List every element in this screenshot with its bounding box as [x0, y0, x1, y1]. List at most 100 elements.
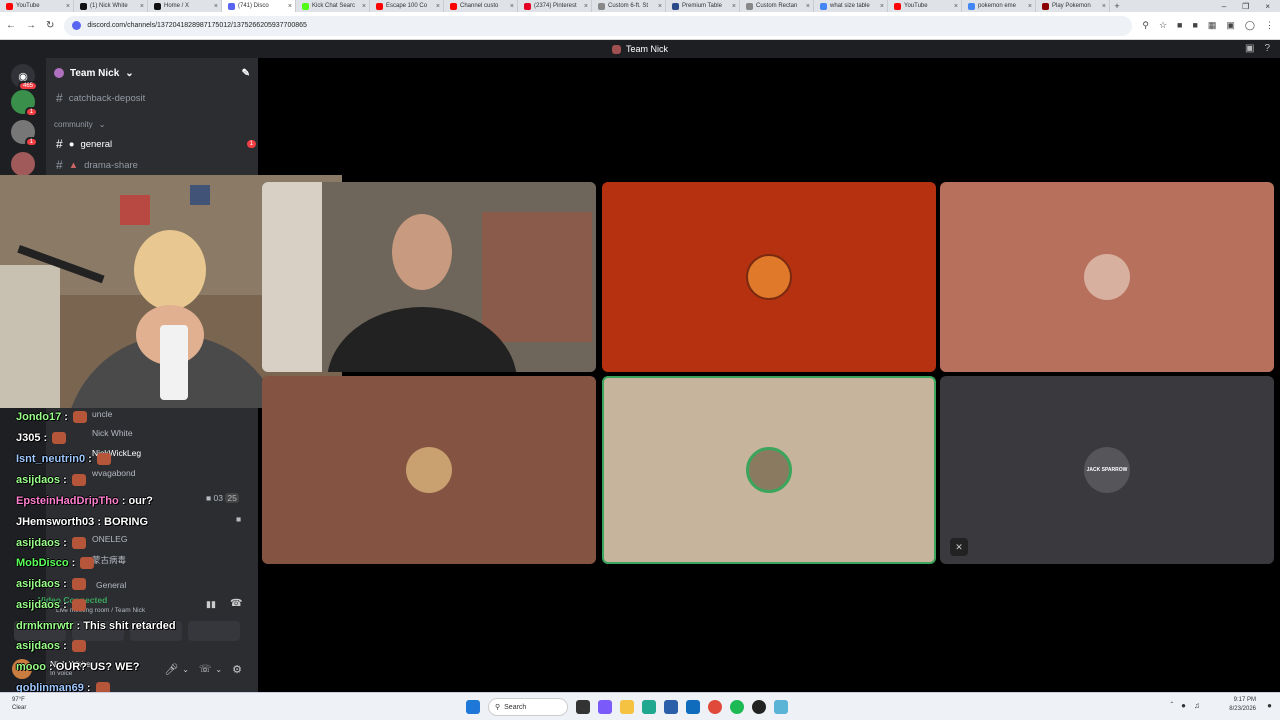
close-tab-icon[interactable]: ×: [510, 3, 514, 10]
browser-tab[interactable]: Escape 100 Co ×: [370, 0, 444, 12]
server-icon[interactable]: [11, 152, 35, 176]
close-tab-icon[interactable]: ×: [288, 3, 292, 10]
server-header[interactable]: Team Nick ⌄ ✎: [46, 58, 258, 88]
close-tab-icon[interactable]: ×: [658, 3, 662, 10]
close-tab-icon[interactable]: ×: [806, 3, 810, 10]
start-icon[interactable]: [466, 700, 480, 714]
channel-drama-share[interactable]: # ▲ drama-share: [56, 158, 138, 172]
file-explorer-icon[interactable]: [620, 700, 634, 714]
task-view-icon[interactable]: [576, 700, 590, 714]
browser-tab[interactable]: Premium Table ×: [666, 0, 740, 12]
store-icon[interactable]: [664, 700, 678, 714]
browser-tab[interactable]: (741) Disco ×: [222, 0, 296, 12]
inbox-icon[interactable]: ▣: [1245, 43, 1254, 54]
chat-username: asijdaos: [16, 640, 61, 652]
browser-tab[interactable]: Kick Chat Searc ×: [296, 0, 370, 12]
video-tile[interactable]: [602, 182, 936, 372]
close-tab-icon[interactable]: ×: [1102, 3, 1106, 10]
menu-dots-icon[interactable]: ⋮: [1265, 20, 1274, 31]
tab-label: Home / X: [164, 3, 190, 9]
outlook-icon[interactable]: [686, 700, 700, 714]
participant-avatar: JACK SPARROW: [1084, 447, 1130, 493]
close-tab-icon[interactable]: ×: [1028, 3, 1032, 10]
close-tab-icon[interactable]: ×: [214, 3, 218, 10]
close-tab-icon[interactable]: ×: [66, 3, 70, 10]
browser-tab[interactable]: Channel custo ×: [444, 0, 518, 12]
server-icon[interactable]: 1: [11, 90, 38, 117]
extension-icon[interactable]: ▦: [1208, 20, 1217, 31]
add-member-icon[interactable]: ✎: [242, 68, 250, 79]
site-info-icon[interactable]: [72, 21, 82, 30]
server-icon[interactable]: 1: [11, 120, 38, 147]
chat-text: our?: [128, 495, 153, 507]
chat-username: asijdaos: [16, 537, 61, 549]
channel-catchback[interactable]: # catchback-deposit: [56, 91, 145, 105]
browser-tab[interactable]: Home / X ×: [148, 0, 222, 12]
close-tab-icon[interactable]: ×: [584, 3, 588, 10]
video-tile[interactable]: JACK SPARROW ✕: [940, 376, 1274, 564]
emote-icon: [71, 599, 86, 612]
tab-favicon-icon: [302, 2, 309, 10]
browser-tab[interactable]: (2374) Pinterest ×: [518, 0, 592, 12]
copilot-icon[interactable]: [598, 700, 612, 714]
url-field[interactable]: discord.com/channels/1372041828987175012…: [64, 15, 1133, 36]
new-tab-icon[interactable]: +: [1110, 1, 1124, 11]
video-tile[interactable]: [262, 376, 596, 564]
network-icon[interactable]: ●: [1181, 701, 1186, 710]
close-tab-icon[interactable]: ×: [732, 3, 736, 10]
extensions-puzzle-icon[interactable]: ▣: [1226, 20, 1235, 31]
forward-icon[interactable]: →: [26, 20, 36, 31]
tab-label: Premium Table: [682, 3, 722, 9]
volume-icon[interactable]: ♫: [1194, 701, 1200, 710]
back-icon[interactable]: ←: [6, 20, 16, 31]
browser-tab[interactable]: Custom Rectan ×: [740, 0, 814, 12]
help-icon[interactable]: ?: [1264, 43, 1270, 54]
extension-icon[interactable]: ■: [1177, 20, 1182, 31]
close-tab-icon[interactable]: ×: [362, 3, 366, 10]
chat-text: This shit retarded: [83, 620, 176, 632]
clock[interactable]: 9:17 PM 8/23/2026: [1229, 696, 1256, 714]
browser-tab[interactable]: what size table ×: [814, 0, 888, 12]
emote-icon: [52, 432, 67, 445]
extension-icon[interactable]: ■: [1192, 20, 1197, 31]
spotify-icon[interactable]: [730, 700, 744, 714]
browser-tab[interactable]: YouTube ×: [0, 0, 74, 12]
chat-username: J305: [16, 432, 41, 444]
edge-icon[interactable]: [642, 700, 656, 714]
close-icon[interactable]: ×: [1265, 2, 1270, 11]
avatar-label: JACK SPARROW: [1086, 467, 1128, 473]
category-community[interactable]: community ⌄: [54, 120, 105, 129]
maximize-icon[interactable]: ❐: [1242, 2, 1249, 11]
unread-badge: 1: [246, 140, 256, 148]
zoom-icon[interactable]: ⚲: [1142, 20, 1149, 31]
browser-tab[interactable]: YouTube ×: [888, 0, 962, 12]
notification-bell-icon[interactable]: ●: [1267, 701, 1272, 710]
video-tile[interactable]: [262, 182, 596, 372]
channel-general[interactable]: # ● general 1: [56, 137, 256, 151]
close-tab-icon[interactable]: ×: [880, 3, 884, 10]
tab-favicon-icon: [154, 2, 161, 10]
browser-tab[interactable]: pokemon eme ×: [962, 0, 1036, 12]
chrome-icon[interactable]: [708, 700, 722, 714]
close-tab-icon[interactable]: ×: [436, 3, 440, 10]
chevron-down-icon: ⌄: [98, 120, 106, 129]
close-tab-icon[interactable]: ×: [140, 3, 144, 10]
minimize-icon[interactable]: –: [1222, 2, 1226, 11]
reload-icon[interactable]: ↻: [46, 20, 54, 31]
browser-tab[interactable]: Custom 6-ft. St ×: [592, 0, 666, 12]
video-tile-speaking[interactable]: [602, 376, 936, 564]
obs-icon[interactable]: [752, 700, 766, 714]
browser-tab[interactable]: Play Pokemon ×: [1036, 0, 1110, 12]
chat-message: J305 :: [16, 432, 67, 445]
profile-icon[interactable]: ◯: [1245, 20, 1255, 31]
close-tab-icon[interactable]: ×: [954, 3, 958, 10]
notepad-icon[interactable]: [774, 700, 788, 714]
weather-widget[interactable]: 97°F Clear: [12, 696, 26, 712]
taskbar-search[interactable]: ⚲ Search: [488, 698, 568, 716]
bookmark-star-icon[interactable]: ☆: [1159, 20, 1167, 31]
video-tile[interactable]: [940, 182, 1274, 372]
browser-tab[interactable]: (1) Nick White ×: [74, 0, 148, 12]
direct-messages-button[interactable]: ◉ 465: [11, 64, 38, 91]
tray-chevron-icon[interactable]: ˆ: [1170, 701, 1173, 710]
chat-username: asijdaos: [16, 599, 61, 611]
